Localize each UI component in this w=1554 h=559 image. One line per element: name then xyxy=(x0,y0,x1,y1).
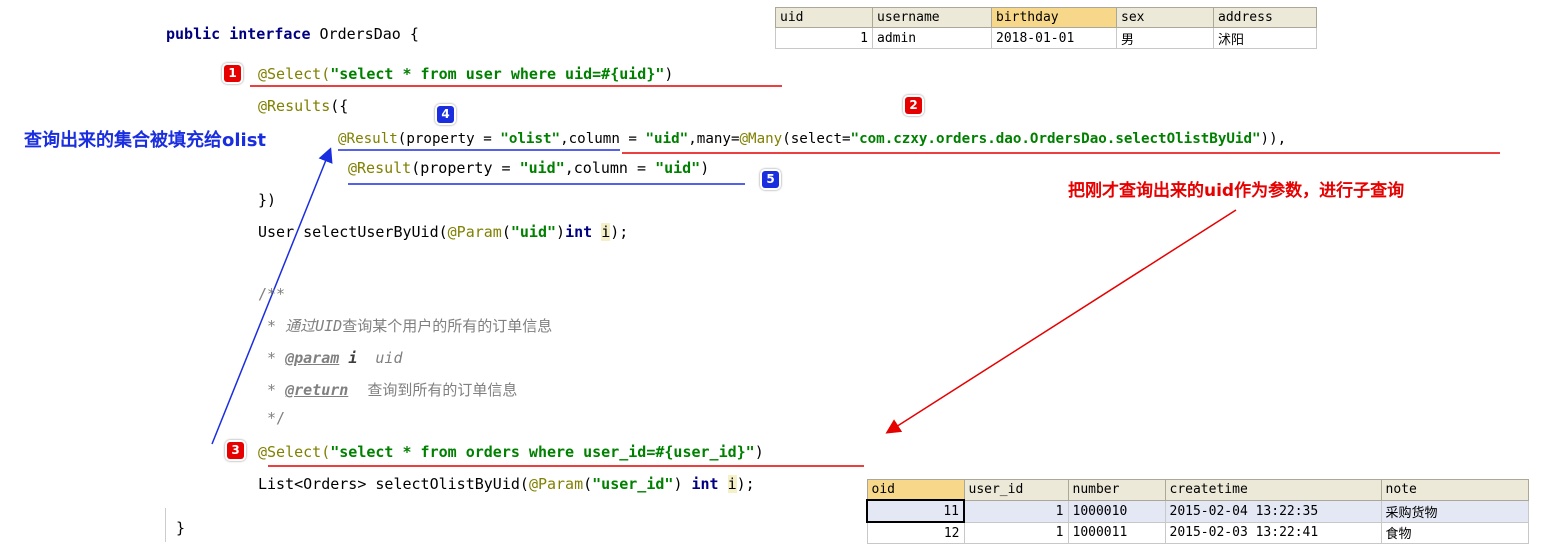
table-cell[interactable]: 2015-02-03 13:22:41 xyxy=(1164,521,1382,544)
badge-1: 1 xyxy=(224,65,241,82)
code-line-select-orders: @Select("select * from orders where user… xyxy=(258,443,764,461)
annotation-overlay xyxy=(211,85,1500,467)
table-cell[interactable]: 采购货物 xyxy=(1380,499,1529,523)
table-cell[interactable]: 1000011 xyxy=(1067,521,1166,544)
user-table-header: uid username birthday sex address xyxy=(775,7,1317,28)
badge-4: 4 xyxy=(437,106,454,123)
code-line-select-olist-method: List<Orders> selectOlistByUid(@Param("us… xyxy=(258,475,755,493)
comment-desc: * 通过UID查询某个用户的所有的订单信息 xyxy=(258,317,553,335)
code-line-results: @Results({ xyxy=(258,97,349,115)
table-cell[interactable]: 2018-01-01 xyxy=(991,27,1117,49)
code-line-interface: public interface OrdersDao { xyxy=(166,25,419,43)
column-header[interactable]: username xyxy=(872,7,992,28)
table-row: 1 admin 2018-01-01 男 沭阳 xyxy=(775,27,1317,49)
code-line-select-user: @Select("select * from user where uid=#{… xyxy=(258,65,674,83)
red-arrow xyxy=(885,209,1237,434)
badge-3: 3 xyxy=(227,442,244,459)
badge-2: 2 xyxy=(905,97,922,114)
table-cell[interactable]: admin xyxy=(872,27,992,49)
table-cell[interactable]: 1 xyxy=(963,499,1069,523)
comment-param: * @param i uid xyxy=(258,349,403,367)
table-row: 11 1 1000010 2015-02-04 13:22:35 采购货物 xyxy=(866,499,1529,523)
table-cell[interactable]: 1 xyxy=(775,27,873,49)
orders-table-header: oid user_id number createtime note xyxy=(866,479,1529,501)
user-table: uid username birthday sex address 1 admi… xyxy=(775,7,1317,49)
code-line-result-many: @Result(property = "olist",column = "uid… xyxy=(338,131,1287,147)
table-cell[interactable]: 食物 xyxy=(1380,521,1529,544)
comment-close: */ xyxy=(258,409,286,427)
table-cell[interactable]: 1 xyxy=(963,521,1069,544)
column-header[interactable]: oid xyxy=(866,479,965,501)
column-header[interactable]: birthday xyxy=(991,7,1117,28)
table-cell[interactable]: 2015-02-04 13:22:35 xyxy=(1164,499,1382,523)
column-header[interactable]: sex xyxy=(1116,7,1214,28)
column-header[interactable]: address xyxy=(1213,7,1317,28)
code-line-select-user-method: User selectUserByUid(@Param("uid")int i)… xyxy=(258,223,629,241)
note-subquery: 把刚才查询出来的uid作为参数，进行子查询 xyxy=(1068,181,1405,201)
badge-5: 5 xyxy=(762,171,779,188)
table-cell[interactable]: 12 xyxy=(866,521,965,544)
table-cell[interactable]: 1000010 xyxy=(1067,499,1166,523)
fold-bar xyxy=(165,508,166,542)
column-header[interactable]: uid xyxy=(775,7,873,28)
column-header[interactable]: createtime xyxy=(1164,479,1382,501)
table-cell[interactable]: 沭阳 xyxy=(1213,27,1317,49)
comment-return: * @return 查询到所有的订单信息 xyxy=(258,381,518,399)
orders-table: oid user_id number createtime note 11 1 … xyxy=(866,479,1529,544)
column-header[interactable]: user_id xyxy=(963,479,1069,501)
table-cell[interactable]: 男 xyxy=(1116,27,1214,49)
column-header[interactable]: number xyxy=(1067,479,1166,501)
note-olist: 查询出来的集合被填充给olist xyxy=(24,130,267,151)
table-row: 12 1 1000011 2015-02-03 13:22:41 食物 xyxy=(866,521,1529,544)
code-line-close-results: }) xyxy=(258,191,277,209)
code-line-close-interface: } xyxy=(176,519,186,537)
column-header[interactable]: note xyxy=(1380,479,1529,501)
table-cell[interactable]: 11 xyxy=(866,499,965,523)
code-line-result-uid: @Result(property = "uid",column = "uid") xyxy=(348,159,710,177)
comment-open: /** xyxy=(258,285,286,303)
